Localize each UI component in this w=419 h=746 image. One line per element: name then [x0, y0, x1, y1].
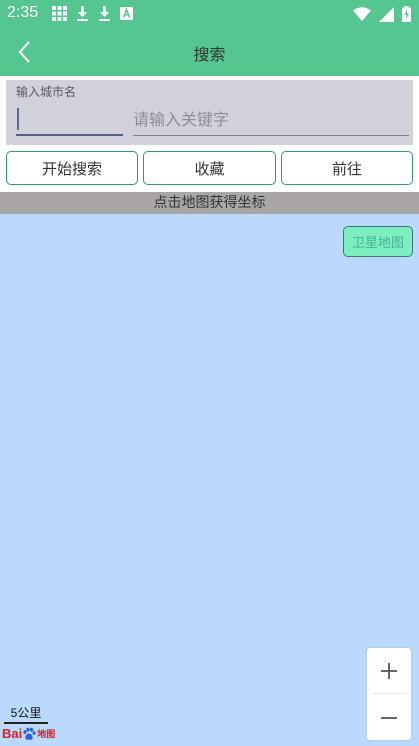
satellite-map-button[interactable]: 卫星地图 — [343, 226, 413, 257]
city-input-label: 输入城市名 — [16, 85, 77, 99]
logo-text: Bai — [2, 726, 23, 741]
search-panel: 输入城市名 — [6, 80, 413, 145]
baidu-map-logo: Bai 地图 — [2, 726, 55, 741]
font-app-icon — [120, 7, 133, 20]
status-bar: 2:35 — [0, 0, 419, 28]
zoom-divider — [373, 693, 405, 694]
paw-icon — [23, 727, 36, 740]
system-status-icons — [353, 6, 411, 22]
map-view[interactable]: 卫星地图 5公里 Bai 地图 — [0, 214, 419, 746]
page-title: 搜索 — [193, 45, 226, 64]
app-bar: 搜索 — [0, 28, 419, 76]
text-cursor — [17, 108, 19, 130]
zoom-out-button[interactable] — [367, 695, 411, 740]
favorite-button[interactable]: 收藏 — [143, 151, 276, 185]
battery-icon — [402, 6, 411, 22]
wifi-icon — [353, 7, 371, 21]
plus-icon — [381, 662, 397, 679]
scale-bar — [4, 722, 48, 724]
scale-label: 5公里 — [10, 706, 42, 720]
logo-subtext: 地图 — [37, 729, 56, 739]
go-to-button[interactable]: 前往 — [281, 151, 413, 185]
map-scale: 5公里 — [4, 704, 48, 724]
download-icon — [99, 6, 110, 21]
keyword-input[interactable] — [133, 104, 409, 136]
grid-app-icon — [52, 6, 67, 21]
zoom-in-button[interactable] — [367, 648, 411, 693]
download-icon — [77, 6, 88, 21]
zoom-control — [367, 648, 411, 740]
notification-icons — [52, 6, 133, 21]
status-time: 2:35 — [7, 4, 39, 21]
minus-icon — [381, 716, 397, 719]
start-search-button[interactable]: 开始搜索 — [6, 151, 138, 185]
signal-icon — [379, 6, 394, 22]
city-input[interactable] — [16, 104, 123, 136]
map-hint-bar: 点击地图获得坐标 — [0, 192, 419, 214]
